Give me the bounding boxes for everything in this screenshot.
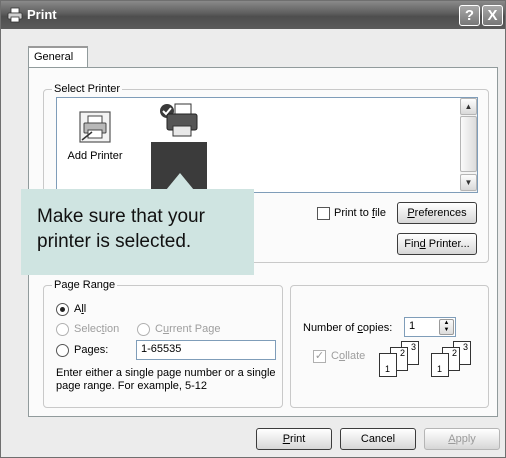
current-page-label[interactable]: Current Page [155,323,220,335]
collate-page: 1 [379,353,397,377]
print-to-file-label[interactable]: Print to file [334,207,386,219]
pages-label[interactable]: Pages: [74,344,108,356]
scroll-thumb[interactable] [460,116,477,172]
copies-spinner[interactable]: ▲ ▼ [439,319,454,335]
selection-label[interactable]: Selection [74,323,119,335]
print-to-file-checkbox[interactable] [317,207,330,220]
current-page-radio[interactable] [137,323,150,336]
pages-input[interactable]: 1-65535 [136,340,276,360]
callout-line-1: Make sure that your [37,206,205,227]
add-printer-item[interactable]: Add Printer [65,110,125,162]
selection-radio[interactable] [56,323,69,336]
page-range-hint-line-1: Enter either a single page number or a s… [56,367,276,379]
page-range-legend: Page Range [52,279,118,291]
pages-radio[interactable] [56,344,69,357]
add-printer-icon [65,110,125,147]
print-dialog: Print ? X General Select Printer Add Pri… [0,0,506,458]
cancel-button[interactable]: Cancel [340,428,416,450]
select-printer-legend: Select Printer [52,83,123,95]
find-printer-button[interactable]: Find Printer... [397,233,477,255]
help-button[interactable]: ? [459,5,480,26]
all-radio[interactable] [56,303,69,316]
instruction-callout: Make sure that your printer is selected. [21,189,254,275]
preferences-button[interactable]: Preferences [397,202,477,224]
collate-checkbox[interactable]: ✓ [313,350,326,363]
all-label[interactable]: All [74,303,86,315]
collate-label[interactable]: Collate [331,350,365,362]
printer-icon [157,102,201,143]
printer-list[interactable]: Add Printer ▲ ▼ [56,97,478,193]
number-of-copies-label: Number of copies: [303,322,393,334]
collate-illustration: 3 2 1 3 2 1 [373,341,483,381]
title-bar[interactable]: Print ? X [1,1,505,29]
collate-page: 1 [431,353,449,377]
add-printer-label: Add Printer [67,150,123,162]
tab-general[interactable]: General [28,46,88,68]
page-range-hint-line-2: page range. For example, 5-12 [56,380,208,392]
copies-input[interactable]: 1 ▲ ▼ [404,317,456,337]
scroll-down-button[interactable]: ▼ [460,174,477,191]
apply-button[interactable]: Apply [424,428,500,450]
callout-arrow [166,173,194,190]
window-title: Print [27,7,57,22]
printer-list-scrollbar[interactable]: ▲ ▼ [460,98,477,192]
scroll-up-button[interactable]: ▲ [460,98,477,115]
close-button[interactable]: X [482,5,503,26]
print-button[interactable]: Print [256,428,332,450]
printer-icon [7,7,23,26]
copies-value: 1 [409,320,416,332]
callout-line-2: printer is selected. [37,231,192,252]
